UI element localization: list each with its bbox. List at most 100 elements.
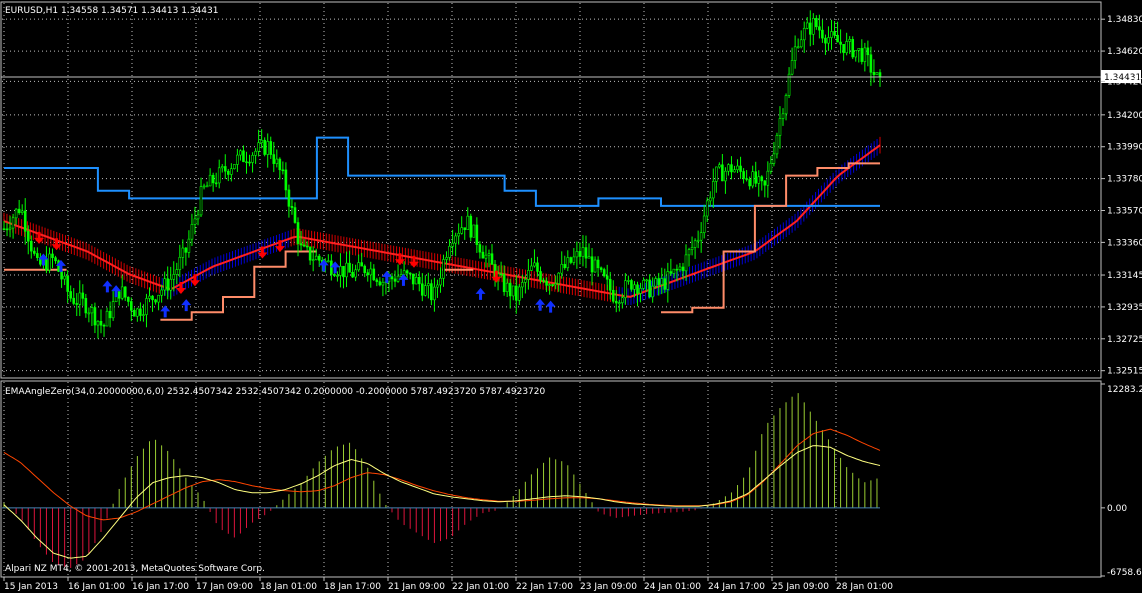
candle-body [69,291,72,299]
price-tick-label: 1.34830 [1107,15,1142,25]
time-tick-label: 23 Jan 09:00 [580,582,637,592]
candle-body [711,181,715,199]
time-tick-label: 16 Jan 17:00 [132,582,189,592]
candle-body [163,278,166,291]
candle-body [354,269,357,278]
candle-body [699,232,703,241]
candle-body [257,142,260,152]
price-tick-label: 1.32725 [1107,335,1142,345]
candle-body [248,161,251,164]
candle-body [818,26,821,31]
candle-body [33,250,36,254]
candle-body [751,171,754,187]
time-tick-label: 22 Jan 17:00 [516,582,573,592]
indicator-lines [3,428,881,559]
candle-body [239,150,242,156]
candle-body [408,272,412,275]
candle-body [296,222,300,244]
candle-body [869,54,873,73]
candle-body [214,182,218,185]
candle-body [775,135,779,155]
candle-body [217,167,221,184]
candle-body [693,240,697,248]
candle-body [627,280,630,282]
candle-body [708,197,712,202]
candle-body [684,254,688,272]
candle-body [272,154,276,164]
candle-body [11,217,15,229]
time-tick-label: 28 Jan 01:00 [836,582,893,592]
candle-body [372,268,376,281]
candle-body [748,179,751,187]
candle-body [275,158,279,164]
candle-body [433,286,436,301]
candle-body [624,280,627,299]
candle-body [154,299,157,303]
candle-body [827,37,830,44]
candle-body [690,247,694,250]
price-tick-label: 1.33780 [1107,175,1142,185]
price-axis: 1.34830 1.34620 1.34420 1.34200 1.33990 1.337… [1101,15,1142,377]
candle-body [227,170,230,175]
candle-body [733,169,736,173]
indicator-tick-label: 12283.25 [1107,385,1142,395]
candle-body [784,95,788,115]
candle-body [745,178,748,180]
indicator-histogram [2,393,880,569]
candle-body [769,162,773,172]
candle-body [230,168,233,175]
candle-body [796,46,800,49]
candle-body [199,186,203,216]
candle-body [851,39,855,58]
candle-body [657,278,661,285]
candle-body [754,171,758,184]
candle-body [302,244,306,247]
indicator-tick-label: 0.00 [1107,504,1127,514]
candle-body [466,215,470,230]
mt4-chart[interactable]: 1.34431 1.348301.346201.344201.342001.33… [0,0,1142,593]
candle-body [330,260,333,275]
time-tick-label: 15 Jan 2013 [4,582,58,592]
candle-body [93,307,97,326]
candle-body [766,170,770,186]
candle-body [860,48,864,62]
candle-body [87,312,91,315]
candle-body [181,247,185,258]
candle-body [730,164,733,173]
candle-body [530,265,533,271]
candle-body [427,283,430,286]
candle-body [5,228,9,231]
candle-body [172,274,176,280]
candle-body [830,31,833,38]
main-chart-frame [0,1,1102,379]
candle-body [505,282,509,293]
candle-body [599,267,603,270]
candle-body [863,47,867,62]
candle-body [469,215,473,238]
candle-body [836,34,839,43]
candle-body [145,298,148,315]
candle-body [478,244,482,253]
candle-body [36,253,39,258]
candle-body [511,285,515,297]
indicator-axis: 12283.25 0.00 -6758.61 [1101,383,1142,578]
price-tick-label: 1.32935 [1107,303,1142,313]
candle-body [715,166,718,182]
candle-body [542,279,545,282]
candle-body [508,282,512,297]
candle-body [233,164,236,169]
candle-body [790,60,794,75]
candle-body [357,262,360,271]
candle-body [739,165,742,172]
price-tick-label: 1.33990 [1107,143,1142,153]
candle-body [857,48,861,51]
candle-body [639,288,642,294]
candle-body [363,265,367,273]
candle-body [475,224,479,245]
candle-body [815,18,818,28]
candle-body [166,278,169,291]
candle-body [414,277,418,285]
candle-body [169,278,173,291]
candle-body [875,72,879,75]
candle-body [596,259,600,269]
